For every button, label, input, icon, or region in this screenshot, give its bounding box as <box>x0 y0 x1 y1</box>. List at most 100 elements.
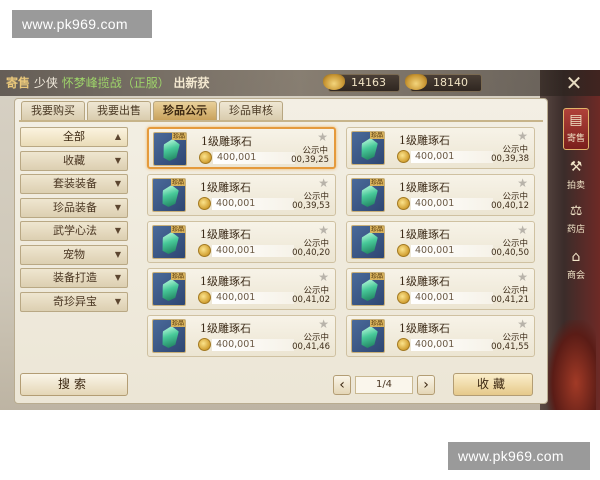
treasure-tag: 珍品 <box>170 226 185 233</box>
side-nav-label: 拍卖 <box>566 181 585 191</box>
tab-treasure-public[interactable]: 珍品公示 <box>153 101 217 120</box>
category-all[interactable]: 全部 ▲ <box>20 127 128 147</box>
tab-buy[interactable]: 我要购买 <box>21 101 85 120</box>
marquee-highlight: 怀梦峰揽战（正服） <box>61 76 170 90</box>
item-name: 1级雕琢石 <box>399 181 450 194</box>
star-icon[interactable]: ★ <box>318 223 329 237</box>
item-card[interactable]: 珍品 1级雕琢石 400,001 ★ 公示中 00,41,02 <box>147 268 336 310</box>
star-icon[interactable]: ★ <box>517 223 528 237</box>
marquee-suffix: 出新获 <box>173 76 210 90</box>
star-icon[interactable]: ★ <box>517 129 528 143</box>
category-pets[interactable]: 宠物 ▼ <box>20 244 128 265</box>
item-card[interactable]: 珍品 1级雕琢石 400,001 ★ 公示中 00,39,38 <box>346 127 535 169</box>
category-label: 套装装备 <box>53 177 97 190</box>
gem-icon <box>359 138 378 160</box>
trade-panel: 我要购买 我要出售 珍品公示 珍品审核 全部 ▲ 收藏 ▼ 套装装备 ▼ 珍品装备 ▼ … <box>14 98 548 404</box>
top-bar: 寄售 少侠 怀梦峰揽战（正服） 出新获 14163 18140 ✕ <box>0 70 600 96</box>
item-card[interactable]: 珍品 1级雕琢石 400,001 ★ 公示中 00,41,21 <box>346 268 535 310</box>
favorite-button[interactable]: 收藏 <box>453 373 533 396</box>
coin-icon <box>397 291 410 304</box>
coin-icon <box>397 244 410 257</box>
watermark-bottom: www.pk969.com <box>448 442 590 470</box>
side-nav-label: 商会 <box>566 271 585 281</box>
tab-treasure-review[interactable]: 珍品审核 <box>219 101 283 120</box>
category-forging[interactable]: 装备打造 ▼ <box>20 268 128 288</box>
item-card[interactable]: 珍品 1级雕琢石 400,001 ★ 公示中 00,39,25 <box>147 127 336 169</box>
gem-icon <box>161 139 180 161</box>
item-timer: 00,40,50 <box>491 248 529 258</box>
category-favorites[interactable]: 收藏 ▼ <box>20 150 128 171</box>
item-card[interactable]: 珍品 1级雕琢石 400,001 ★ 公示中 00,39,53 <box>147 174 336 216</box>
item-timer: 00,41,46 <box>292 342 330 352</box>
item-name: 1级雕琢石 <box>399 275 450 288</box>
coin-icon <box>198 244 211 257</box>
item-card[interactable]: 珍品 1级雕琢石 400,001 ★ 公示中 00,41,55 <box>346 315 535 357</box>
gem-icon <box>359 232 378 254</box>
item-name: 1级雕琢石 <box>399 134 450 147</box>
item-card[interactable]: 珍品 1级雕琢石 400,001 ★ 公示中 00,40,12 <box>346 174 535 216</box>
gem-icon <box>160 279 179 301</box>
item-icon: 珍品 <box>351 319 385 353</box>
gold-ingot-icon <box>405 74 427 90</box>
page-indicator: 1/4 <box>355 376 413 394</box>
category-martial-arts[interactable]: 武学心法 ▼ <box>20 221 128 241</box>
item-icon: 珍品 <box>351 178 385 212</box>
consign-icon: ▤ <box>569 112 583 128</box>
search-button[interactable]: 搜索 <box>20 373 128 396</box>
star-icon[interactable]: ★ <box>318 317 329 331</box>
category-rare-treasures[interactable]: 奇珍异宝 ▼ <box>20 291 128 312</box>
category-treasure-equipment[interactable]: 珍品装备 ▼ <box>20 197 128 218</box>
coin-icon <box>397 197 410 210</box>
side-nav-consign[interactable]: ▤ 寄售 <box>563 108 589 150</box>
category-label: 宠物 <box>63 247 85 261</box>
chevron-down-icon: ▼ <box>114 249 121 259</box>
star-icon[interactable]: ★ <box>517 317 528 331</box>
star-icon[interactable]: ★ <box>517 270 528 284</box>
chevron-down-icon: ▼ <box>114 202 121 212</box>
chevron-down-icon: ▼ <box>114 226 121 235</box>
tab-bar: 我要购买 我要出售 珍品公示 珍品审核 <box>21 101 283 121</box>
marquee-tag: 寄售 <box>6 76 31 90</box>
category-set-equipment[interactable]: 套装装备 ▼ <box>20 174 128 194</box>
item-name: 1级雕琢石 <box>399 322 450 335</box>
item-price: 400,001 <box>212 292 294 304</box>
side-nav-guild[interactable]: ⌂ 商会 <box>563 246 589 288</box>
side-nav-label: 药店 <box>566 225 585 235</box>
item-icon: 珍品 <box>152 319 186 353</box>
treasure-tag: 珍品 <box>171 133 186 140</box>
gem-icon <box>359 326 378 348</box>
gold-amount: 18140 <box>433 76 468 89</box>
treasure-tag: 珍品 <box>369 132 384 139</box>
star-icon[interactable]: ★ <box>517 176 528 190</box>
category-label: 全部 <box>63 130 85 143</box>
item-name: 1级雕琢石 <box>200 322 251 335</box>
item-price: 400,001 <box>212 245 294 257</box>
chevron-down-icon: ▼ <box>114 155 121 165</box>
side-nav-auction[interactable]: ⚒ 拍卖 <box>563 156 589 198</box>
prev-page-button[interactable]: ‹ <box>333 375 351 395</box>
ingot-amount: 14163 <box>351 76 386 89</box>
item-timer: 00,39,38 <box>491 154 529 164</box>
close-icon[interactable]: ✕ <box>562 72 586 96</box>
star-icon[interactable]: ★ <box>318 270 329 284</box>
item-name: 1级雕琢石 <box>200 181 251 194</box>
tab-sell[interactable]: 我要出售 <box>87 101 151 120</box>
item-price: 400,001 <box>212 339 294 351</box>
star-icon[interactable]: ★ <box>317 130 328 144</box>
gem-icon <box>160 232 179 254</box>
next-page-button[interactable]: › <box>417 375 435 395</box>
category-label: 珍品装备 <box>53 200 97 214</box>
star-icon[interactable]: ★ <box>318 176 329 190</box>
watermark-top: www.pk969.com <box>12 10 152 38</box>
coin-icon <box>397 150 410 163</box>
side-nav-pharmacy[interactable]: ⚖ 药店 <box>563 200 589 242</box>
category-label: 装备打造 <box>53 271 97 284</box>
item-price: 400,001 <box>213 152 295 164</box>
item-card[interactable]: 珍品 1级雕琢石 400,001 ★ 公示中 00,40,20 <box>147 221 336 263</box>
chevron-down-icon: ▼ <box>114 273 121 282</box>
announcement-marquee: 寄售 少侠 怀梦峰揽战（正服） 出新获 <box>6 74 210 91</box>
item-icon: 珍品 <box>152 225 186 259</box>
item-timer: 00,39,53 <box>292 201 330 211</box>
item-card[interactable]: 珍品 1级雕琢石 400,001 ★ 公示中 00,41,46 <box>147 315 336 357</box>
item-card[interactable]: 珍品 1级雕琢石 400,001 ★ 公示中 00,40,50 <box>346 221 535 263</box>
